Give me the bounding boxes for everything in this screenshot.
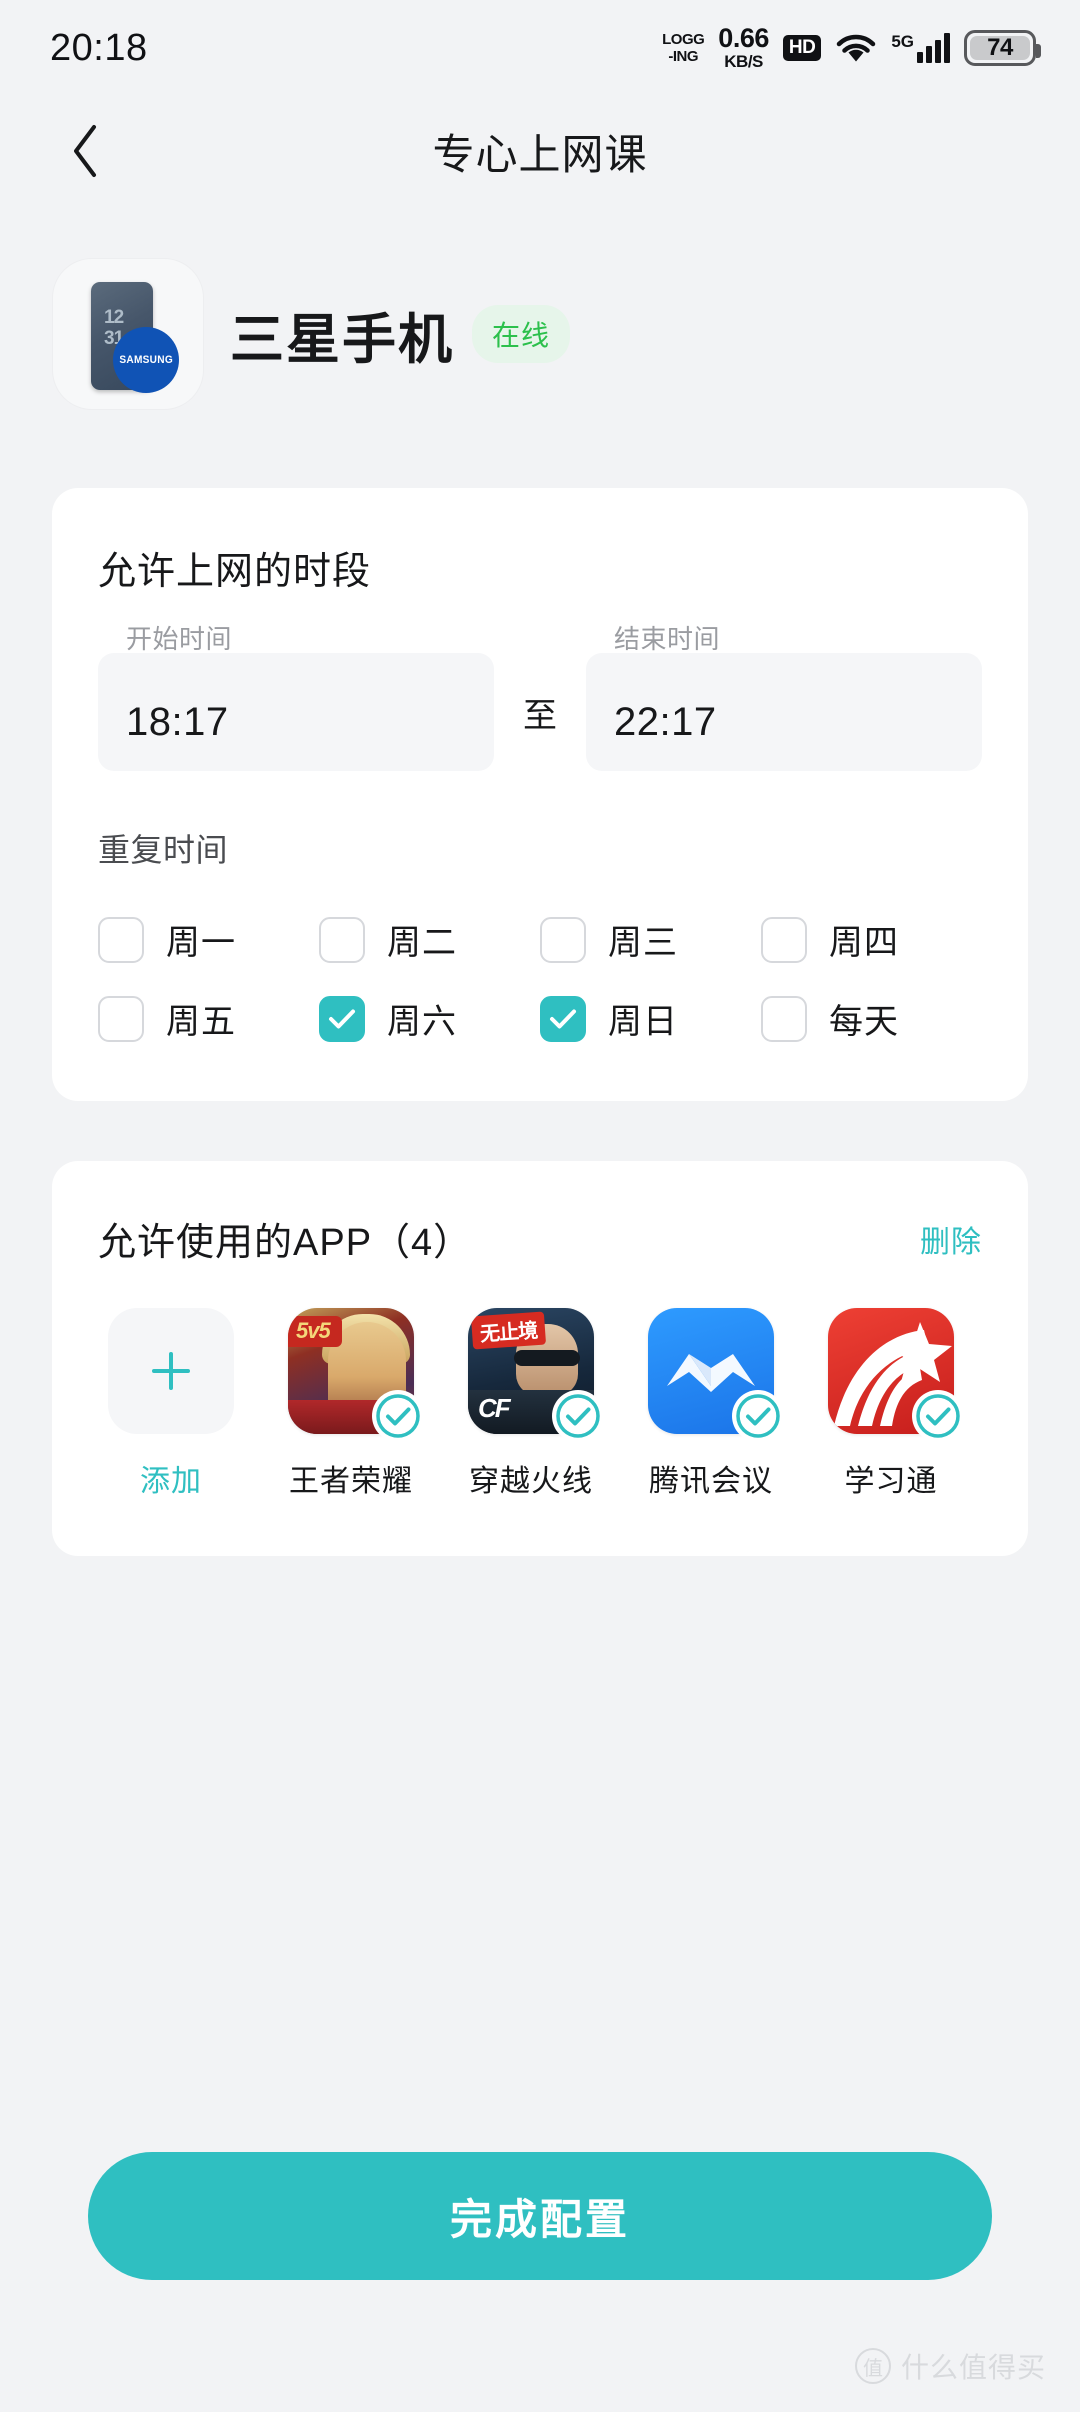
day-checkbox-saturday[interactable]: 周六 bbox=[319, 994, 540, 1043]
repeat-section-label: 重复时间 bbox=[98, 832, 229, 868]
signal-bars-icon bbox=[917, 33, 950, 63]
start-time-label: 开始时间 bbox=[126, 624, 233, 654]
wifi-icon bbox=[835, 31, 877, 65]
samsung-logo-icon: SAMSUNG bbox=[113, 327, 179, 393]
day-label: 每天 bbox=[829, 1003, 899, 1041]
cellular-signal-icon: 5G bbox=[891, 33, 950, 63]
cellular-generation-label: 5G bbox=[891, 32, 914, 51]
network-speed-unit: KB/S bbox=[724, 52, 763, 71]
status-bar-clock: 20:18 bbox=[50, 26, 148, 69]
add-app-box bbox=[108, 1308, 234, 1434]
device-name: 三星手机 bbox=[230, 309, 454, 370]
app-selected-check-icon bbox=[732, 1390, 784, 1442]
allowed-apps-list: 添加 5v5 王者荣耀 CF 无止境 穿越火线 腾讯会议 学习通 bbox=[98, 1308, 982, 1500]
complete-configuration-button[interactable]: 完成配置 bbox=[88, 2152, 992, 2280]
add-app-label: 添加 bbox=[140, 1465, 202, 1498]
phone-clock-hour: 12 bbox=[104, 307, 124, 328]
device-status-badge: 在线 bbox=[472, 305, 571, 363]
checkbox-icon[interactable] bbox=[540, 995, 586, 1042]
status-bar-indicators: LOGG -ING 0.66 KB/S HD 5G 74 bbox=[662, 23, 1041, 72]
allowed-apps-title: 允许使用的APP（4） bbox=[98, 1222, 473, 1264]
day-checkbox-sunday[interactable]: 周日 bbox=[540, 994, 761, 1043]
app-name-label: 王者荣耀 bbox=[289, 1465, 413, 1498]
day-checkbox-wednesday[interactable]: 周三 bbox=[540, 915, 761, 964]
app-item-honor-of-kings[interactable]: 5v5 王者荣耀 bbox=[278, 1308, 424, 1500]
day-checkbox-monday[interactable]: 周一 bbox=[98, 915, 319, 964]
add-app-button[interactable]: 添加 bbox=[98, 1308, 244, 1500]
footer-actions: 完成配置 bbox=[0, 2152, 1080, 2280]
app-name-label: 穿越火线 bbox=[469, 1465, 593, 1498]
watermark-label: 什么值得买 bbox=[900, 2352, 1046, 2383]
day-label: 周五 bbox=[166, 1003, 236, 1041]
logging-line-1: LOGG bbox=[662, 31, 705, 48]
chevron-left-icon bbox=[74, 125, 96, 177]
day-checkbox-friday[interactable]: 周五 bbox=[98, 994, 319, 1043]
day-label: 周二 bbox=[387, 924, 457, 962]
samsung-brand-label: SAMSUNG bbox=[119, 354, 173, 366]
repeat-day-row-2: 周五 周六 周日 每天 bbox=[98, 994, 982, 1043]
app-icon-box bbox=[828, 1308, 964, 1442]
app-icon-box: CF 无止境 bbox=[468, 1308, 604, 1442]
app-item-crossfire[interactable]: CF 无止境 穿越火线 bbox=[458, 1308, 604, 1500]
delete-apps-button[interactable]: 删除 bbox=[920, 1217, 982, 1261]
day-label: 周三 bbox=[608, 924, 678, 962]
network-speed-indicator: 0.66 KB/S bbox=[718, 23, 769, 72]
end-time-label: 结束时间 bbox=[614, 624, 721, 654]
end-time-field[interactable]: 结束时间 22:17 bbox=[586, 624, 982, 771]
start-time-value: 18:17 bbox=[126, 700, 229, 744]
back-button[interactable] bbox=[50, 116, 120, 186]
watermark-logo-icon: 值 bbox=[854, 2348, 891, 2384]
allowed-apps-card: 允许使用的APP（4） 删除 添加 5v5 王者荣耀 CF 无止境 穿越火线 腾… bbox=[52, 1161, 1028, 1556]
page-title: 专心上网课 bbox=[432, 130, 648, 178]
checkbox-icon[interactable] bbox=[761, 995, 807, 1042]
battery-level-label: 74 bbox=[987, 34, 1013, 61]
app-selected-check-icon bbox=[372, 1390, 424, 1442]
schedule-card: 允许上网的时段 开始时间 18:17 至 结束时间 22:17 重复时间 周一 bbox=[52, 488, 1028, 1101]
status-bar: 20:18 LOGG -ING 0.66 KB/S HD 5G 74 bbox=[0, 0, 1080, 96]
allowed-apps-header: 允许使用的APP（4） 删除 bbox=[98, 1211, 982, 1266]
repeat-day-grid: 周一 周二 周三 周四 周五 周六 周日 每天 bbox=[98, 915, 982, 1043]
day-checkbox-thursday[interactable]: 周四 bbox=[761, 915, 982, 964]
day-label: 周四 bbox=[829, 924, 899, 962]
checkbox-icon[interactable] bbox=[761, 916, 807, 963]
app-icon-box bbox=[648, 1308, 784, 1442]
app-icon-box: 5v5 bbox=[288, 1308, 424, 1442]
app-name-label: 腾讯会议 bbox=[649, 1465, 773, 1498]
checkbox-icon[interactable] bbox=[540, 916, 586, 963]
day-checkbox-tuesday[interactable]: 周二 bbox=[319, 915, 540, 964]
day-label: 周日 bbox=[608, 1003, 678, 1041]
app-selected-check-icon bbox=[912, 1390, 964, 1442]
time-range-separator: 至 bbox=[523, 697, 557, 735]
navigation-bar: 专心上网课 bbox=[0, 96, 1080, 206]
logging-indicator: LOGG -ING bbox=[662, 31, 705, 65]
day-label: 周一 bbox=[166, 924, 236, 962]
repeat-day-row-1: 周一 周二 周三 周四 bbox=[98, 915, 982, 964]
logging-line-2: -ING bbox=[668, 48, 699, 65]
network-speed-value: 0.66 bbox=[718, 23, 769, 53]
hd-voice-icon: HD bbox=[782, 35, 822, 61]
watermark: 值 什么值得买 bbox=[854, 2346, 1046, 2386]
checkbox-icon[interactable] bbox=[319, 995, 365, 1042]
app-item-chaoxing[interactable]: 学习通 bbox=[818, 1308, 964, 1500]
day-checkbox-everyday[interactable]: 每天 bbox=[761, 994, 982, 1043]
checkbox-icon[interactable] bbox=[98, 916, 144, 963]
app-icon-badge-text: 5v5 bbox=[288, 1316, 342, 1347]
device-avatar: 12 31 SAMSUNG bbox=[52, 258, 204, 410]
day-label: 周六 bbox=[387, 1003, 457, 1041]
device-header: 12 31 SAMSUNG 三星手机 在线 bbox=[0, 206, 1080, 410]
end-time-value: 22:17 bbox=[614, 700, 717, 744]
battery-icon: 74 bbox=[964, 30, 1041, 66]
app-selected-check-icon bbox=[552, 1390, 604, 1442]
start-time-field[interactable]: 开始时间 18:17 bbox=[98, 624, 494, 771]
time-range-row: 开始时间 18:17 至 结束时间 22:17 bbox=[98, 624, 982, 771]
app-name-label: 学习通 bbox=[844, 1465, 938, 1498]
app-icon-badge-text: 无止境 bbox=[470, 1311, 547, 1350]
schedule-card-title: 允许上网的时段 bbox=[98, 551, 372, 593]
app-item-tencent-meeting[interactable]: 腾讯会议 bbox=[638, 1308, 784, 1500]
checkbox-icon[interactable] bbox=[98, 995, 144, 1042]
checkbox-icon[interactable] bbox=[319, 916, 365, 963]
plus-icon bbox=[108, 1308, 234, 1434]
